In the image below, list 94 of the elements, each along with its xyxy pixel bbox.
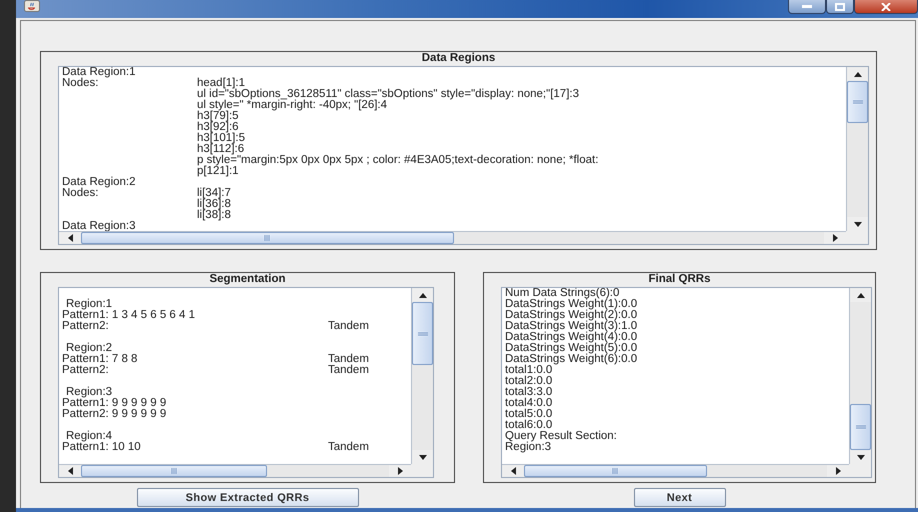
pattern-line: Pattern1: 1 3 4 5 6 5 6 4 1: [62, 309, 195, 321]
down-arrow-icon: [856, 454, 864, 460]
panel-title: Segmentation: [208, 273, 287, 287]
result-line: DataStrings Weight(6):0.0: [505, 354, 638, 365]
pattern-line: Pattern2: 9 9 9 9 9 9: [62, 408, 166, 420]
scroll-right-button[interactable]: [824, 232, 846, 244]
scroll-thumb[interactable]: [81, 232, 454, 244]
down-arrow-icon: [854, 222, 862, 226]
scroll-right-button[interactable]: [827, 465, 849, 477]
left-arrow-icon: [68, 234, 72, 242]
result-line: total4:0.0: [505, 398, 552, 409]
node-line: h3[112]:6: [197, 144, 244, 155]
line-label: Nodes:: [62, 187, 98, 199]
left-arrow-icon: [68, 467, 72, 475]
node-line: head[1]:1: [197, 78, 245, 89]
tandem-label: Tandem: [328, 354, 369, 365]
line-label: Nodes:: [62, 77, 98, 89]
scroll-down-button[interactable]: [412, 450, 433, 464]
scroll-left-button[interactable]: [59, 465, 81, 477]
maximize-button[interactable]: [826, 0, 854, 14]
result-line: DataStrings Weight(4):0.0: [505, 332, 638, 343]
pattern-line: Pattern1: 9 9 9 9 9 9: [62, 397, 166, 409]
result-line: DataStrings Weight(1):0.0: [505, 299, 638, 310]
tandem-label: Tandem: [328, 321, 369, 332]
scroll-down-button[interactable]: [850, 450, 871, 464]
result-line: Num Data Strings(6):0: [505, 288, 620, 299]
show-qrrs-button[interactable]: Show Extracted QRRs: [136, 488, 358, 507]
result-line: total1:0.0: [505, 365, 552, 376]
node-line: ul style=" *margin-right: -40px; "[26]:4: [197, 100, 388, 111]
left-arrow-icon: [510, 467, 516, 475]
close-icon: [881, 2, 891, 10]
scroll-left-button[interactable]: [502, 465, 524, 477]
vertical-scrollbar[interactable]: [849, 288, 871, 464]
minimize-button[interactable]: [788, 0, 826, 14]
line-label: Data Region:1: [62, 67, 136, 78]
right-arrow-icon: [398, 467, 402, 475]
scroll-thumb[interactable]: [847, 81, 868, 124]
pattern-line: Pattern1: 10 10: [62, 441, 141, 453]
line-label: Data Region:2: [62, 176, 136, 188]
scroll-up-button[interactable]: [412, 288, 433, 302]
node-line: h3[101]:5: [197, 133, 245, 144]
scroll-thumb[interactable]: [850, 404, 871, 450]
right-arrow-icon: [836, 467, 840, 475]
result-line: DataStrings Weight(2):0.0: [505, 310, 638, 321]
scroll-down-button[interactable]: [847, 217, 868, 231]
down-arrow-icon: [418, 454, 426, 460]
result-line: total5:0.0: [505, 409, 552, 420]
minimize-icon: [802, 5, 812, 8]
region-heading: Region:3: [65, 387, 112, 398]
up-arrow-icon: [854, 72, 862, 76]
region-heading: Region:2: [65, 343, 112, 354]
node-line: li[34]:7: [197, 188, 231, 199]
up-arrow-icon: [418, 292, 426, 298]
region-heading: Region:4: [65, 431, 112, 442]
horizontal-scrollbar[interactable]: [59, 231, 846, 244]
tandem-label: Tandem: [328, 442, 369, 453]
result-line: total6:0.0: [505, 420, 552, 431]
right-arrow-icon: [832, 234, 838, 242]
scroll-up-button[interactable]: [847, 67, 868, 81]
scroll-up-button[interactable]: [850, 288, 871, 302]
node-line: h3[92]:6: [197, 122, 239, 133]
result-line: Region:3: [505, 442, 552, 453]
up-arrow-icon: [856, 292, 864, 298]
result-line: DataStrings Weight(3):1.0: [505, 321, 638, 332]
result-line: total3:3.0: [505, 387, 552, 398]
node-line: ul id="sbOptions_36128511" class="sbOptions" style="display: none;"[17]:3: [197, 89, 579, 100]
horizontal-scrollbar[interactable]: [59, 464, 411, 477]
pattern-line: Pattern2:: [62, 320, 109, 332]
pattern-line: Pattern2:: [62, 364, 109, 376]
scroll-thumb[interactable]: [81, 465, 267, 477]
vertical-scrollbar[interactable]: [846, 67, 868, 231]
result-line: total2:0.0: [505, 376, 552, 387]
node-line: li[38]:8: [197, 210, 231, 221]
region-heading: Region:1: [65, 299, 112, 310]
node-line: p style="margin:5px 0px 0px 5px ; color: #4E3A05;text-decoration: none; *float:: [197, 155, 598, 166]
node-line: li[36]:8: [197, 199, 231, 210]
maximize-icon: [835, 2, 845, 10]
next-button[interactable]: Next: [634, 488, 726, 507]
panel-title: Final QRRs: [648, 273, 712, 287]
scroll-thumb[interactable]: [524, 465, 707, 477]
result-line: DataStrings Weight(5):0.0: [505, 343, 638, 354]
java-cup-icon: [24, 0, 40, 12]
scroll-right-button[interactable]: [389, 465, 411, 477]
close-button[interactable]: [854, 0, 918, 14]
vertical-scrollbar[interactable]: [411, 288, 433, 464]
node-line: p[121]:1: [197, 166, 239, 177]
node-line: h3[79]:5: [197, 111, 239, 122]
tandem-label: Tandem: [328, 365, 369, 376]
panel-title: Data Regions: [420, 52, 496, 66]
result-line: Query Result Section:: [505, 431, 617, 442]
scroll-thumb[interactable]: [412, 302, 433, 366]
scroll-left-button[interactable]: [59, 232, 81, 244]
pattern-line: Pattern1: 7 8 8: [62, 353, 138, 365]
horizontal-scrollbar[interactable]: [502, 464, 849, 477]
